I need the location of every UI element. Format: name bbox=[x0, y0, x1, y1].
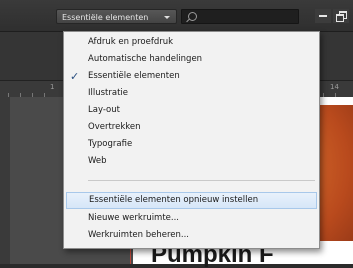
menu-action-new-workspace[interactable]: Nieuwe werkruimte... bbox=[64, 210, 319, 227]
menu-item[interactable]: Typografie bbox=[64, 136, 319, 153]
application-bar: Essentiële elementen bbox=[0, 0, 353, 32]
workspace-switcher-dropdown[interactable]: Essentiële elementen bbox=[56, 9, 177, 24]
menu-item-label: Typografie bbox=[88, 139, 133, 149]
checkmark-icon: ✓ bbox=[70, 70, 80, 83]
menu-item-label: Automatische handelingen bbox=[88, 54, 203, 64]
restore-button[interactable] bbox=[333, 9, 349, 23]
chevron-down-icon bbox=[164, 16, 170, 19]
minimize-button[interactable] bbox=[315, 9, 331, 23]
menu-item[interactable]: Automatische handelingen bbox=[64, 51, 319, 68]
menu-item[interactable]: Web bbox=[64, 153, 319, 170]
ruler-mark: 14 bbox=[330, 83, 339, 91]
menu-item-label: Essentiële elementen bbox=[88, 71, 180, 81]
menu-separator bbox=[88, 180, 315, 181]
menu-item[interactable]: Lay-out bbox=[64, 102, 319, 119]
menu-item-label: Afdruk en proefdruk bbox=[88, 37, 174, 47]
ruler-mark: 1 bbox=[50, 83, 55, 91]
menu-item-label: Illustratie bbox=[88, 88, 129, 98]
menu-item-label: Essentiële elementen opnieuw instellen bbox=[89, 195, 259, 205]
vertical-ruler bbox=[0, 97, 10, 264]
menu-item[interactable]: Overtrekken bbox=[64, 119, 319, 136]
menu-item[interactable]: Illustratie bbox=[64, 85, 319, 102]
search-input[interactable] bbox=[181, 9, 299, 24]
search-icon bbox=[188, 12, 197, 21]
menu-item-label: Werkruimten beheren... bbox=[88, 230, 189, 240]
menu-action-reset-workspace[interactable]: Essentiële elementen opnieuw instellen bbox=[66, 192, 317, 209]
menu-item-label: Web bbox=[88, 156, 107, 166]
menu-item-checked[interactable]: ✓ Essentiële elementen bbox=[64, 68, 319, 85]
workspace-menu: Afdruk en proefdruk Automatische handeli… bbox=[63, 31, 320, 249]
menu-item-label: Overtrekken bbox=[88, 122, 141, 132]
menu-action-manage-workspaces[interactable]: Werkruimten beheren... bbox=[64, 227, 319, 244]
workspace-switcher-label: Essentiële elementen bbox=[62, 13, 149, 22]
menu-item-label: Nieuwe werkruimte... bbox=[88, 213, 180, 223]
menu-item-label: Lay-out bbox=[88, 105, 120, 115]
menu-item[interactable]: Afdruk en proefdruk bbox=[64, 34, 319, 51]
